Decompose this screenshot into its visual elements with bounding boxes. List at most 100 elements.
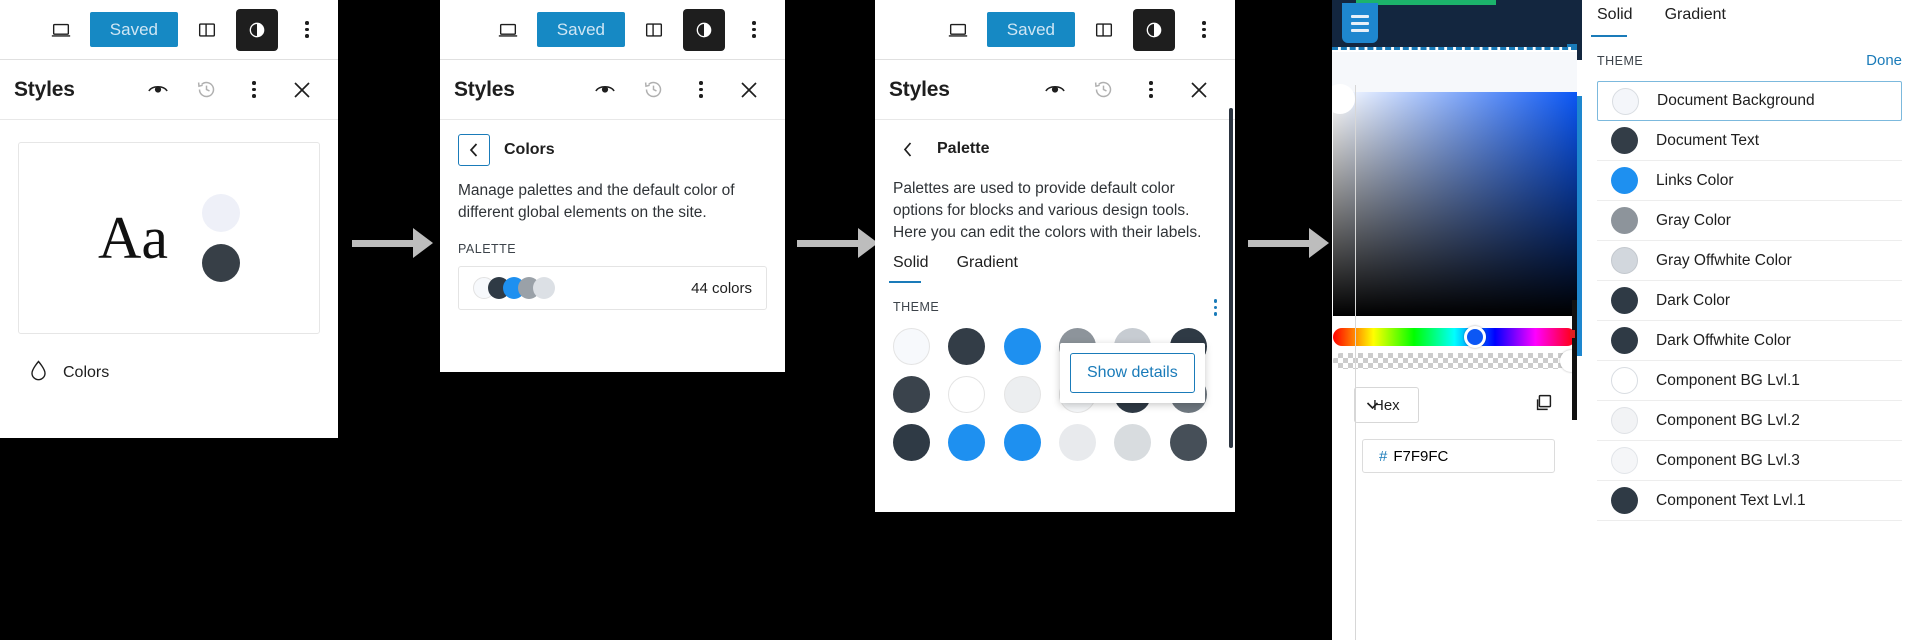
color-swatch: [1611, 207, 1638, 234]
theme-label: THEME: [1597, 53, 1644, 68]
tab-gradient[interactable]: Gradient: [1665, 6, 1726, 34]
list-item[interactable]: Gray Offwhite Color: [1597, 241, 1902, 281]
kebab-menu-icon[interactable]: [286, 9, 328, 51]
panel-toggle-icon[interactable]: [186, 9, 228, 51]
hamburger-menu-icon[interactable]: [1342, 3, 1378, 43]
theme-swatch[interactable]: [1169, 423, 1207, 461]
style-preview-card[interactable]: Aa: [18, 142, 320, 334]
palette-tabs: Solid Gradient: [1577, 0, 1922, 37]
kebab-menu-icon[interactable]: [1213, 299, 1217, 316]
chevron-left-icon[interactable]: [458, 134, 490, 166]
close-icon[interactable]: [727, 68, 771, 112]
sidebar-item-colors[interactable]: Colors: [0, 334, 338, 386]
color-label: Gray Color: [1656, 211, 1731, 229]
copy-icon[interactable]: [1533, 392, 1555, 419]
panel-toggle-icon[interactable]: [1083, 9, 1125, 51]
tab-solid[interactable]: Solid: [1591, 6, 1633, 37]
list-item[interactable]: Dark Offwhite Color: [1597, 321, 1902, 361]
saturation-handle[interactable]: [1332, 84, 1355, 114]
theme-swatch[interactable]: [893, 375, 930, 413]
panel-toggle-icon[interactable]: [633, 9, 675, 51]
tab-solid[interactable]: Solid: [889, 254, 929, 283]
hex-input[interactable]: # F7F9FC: [1362, 439, 1555, 473]
color-label: Document Background: [1657, 92, 1815, 109]
revision-history-icon[interactable]: [631, 68, 675, 112]
color-format-row: Hex: [1332, 85, 1577, 640]
theme-swatch[interactable]: [1114, 423, 1152, 461]
theme-swatch[interactable]: [1003, 375, 1041, 413]
color-label: Gray Offwhite Color: [1656, 251, 1792, 269]
theme-swatch[interactable]: [948, 375, 986, 413]
hue-handle[interactable]: [1464, 326, 1487, 348]
list-item[interactable]: Component BG Lvl.2: [1597, 401, 1902, 441]
colors-subheader: Colors: [440, 120, 785, 166]
chevron-down-icon[interactable]: [1355, 85, 1389, 640]
palette-description: Palettes are used to provide default col…: [893, 180, 1202, 241]
color-swatch: [1611, 487, 1638, 514]
theme-swatch[interactable]: [948, 423, 986, 461]
kebab-menu-icon[interactable]: [232, 68, 276, 112]
theme-swatch[interactable]: [948, 327, 986, 365]
done-button[interactable]: Done: [1866, 52, 1902, 69]
save-button[interactable]: Saved: [536, 12, 625, 47]
palette-tabs: Solid Gradient: [875, 244, 1235, 283]
styles-header: Styles: [440, 60, 785, 120]
chevron-left-icon[interactable]: [893, 134, 923, 164]
color-swatch: [1611, 447, 1638, 474]
theme-colors-list-panel: Solid Gradient THEME Done Document Backg…: [1577, 0, 1922, 640]
theme-swatch[interactable]: [1003, 327, 1041, 365]
kebab-menu-icon[interactable]: [679, 68, 723, 112]
laptop-icon[interactable]: [40, 9, 82, 51]
theme-swatch[interactable]: [1003, 423, 1041, 461]
list-item[interactable]: Component Text Lvl.1: [1597, 481, 1902, 521]
list-item[interactable]: Component BG Lvl.3: [1597, 441, 1902, 481]
theme-section-header: THEME Done: [1577, 34, 1922, 69]
revision-history-icon[interactable]: [1081, 68, 1125, 112]
close-icon[interactable]: [280, 68, 324, 112]
show-details-button[interactable]: Show details: [1070, 353, 1195, 393]
save-button[interactable]: Saved: [89, 12, 178, 47]
color-label: Component BG Lvl.2: [1656, 411, 1800, 429]
kebab-menu-icon[interactable]: [1183, 9, 1225, 51]
eye-icon[interactable]: [1033, 68, 1077, 112]
color-picker-panel: Hex # F7F9FC: [1332, 0, 1577, 640]
page-title: Styles: [14, 77, 75, 101]
list-item[interactable]: Links Color: [1597, 161, 1902, 201]
list-item[interactable]: Component BG Lvl.1: [1597, 361, 1902, 401]
styles-panel-colors: Saved Styles Colors Manage palettes and …: [440, 0, 785, 372]
save-button[interactable]: Saved: [986, 12, 1075, 47]
list-item[interactable]: Document Text: [1597, 121, 1902, 161]
eye-icon[interactable]: [136, 68, 180, 112]
styles-header: Styles: [875, 60, 1235, 120]
color-swatch: [1611, 247, 1638, 274]
contrast-icon[interactable]: [1133, 8, 1175, 51]
laptop-icon[interactable]: [937, 9, 979, 51]
contrast-icon[interactable]: [683, 8, 725, 51]
kebab-menu-icon[interactable]: [1129, 68, 1173, 112]
laptop-icon[interactable]: [487, 9, 529, 51]
page-title: Styles: [889, 77, 950, 101]
palette-row[interactable]: 44 colors: [458, 266, 767, 310]
revision-history-icon[interactable]: [184, 68, 228, 112]
theme-swatch[interactable]: [893, 327, 930, 365]
colors-description: Manage palettes and the default color of…: [458, 182, 735, 221]
left-edge-dark: [1577, 0, 1582, 60]
list-item[interactable]: Gray Color: [1597, 201, 1902, 241]
list-item[interactable]: Document Background: [1597, 81, 1902, 121]
list-item[interactable]: Dark Color: [1597, 281, 1902, 321]
kebab-menu-icon[interactable]: [733, 9, 775, 51]
tab-gradient[interactable]: Gradient: [957, 254, 1018, 281]
close-icon[interactable]: [1177, 68, 1221, 112]
theme-swatch[interactable]: [893, 423, 930, 461]
color-format-select[interactable]: Hex: [1354, 85, 1419, 640]
contrast-icon[interactable]: [236, 8, 278, 51]
styles-panel-palette: Saved Styles Palette Palettes are used t…: [875, 0, 1235, 512]
palette-section-label: PALETTE: [458, 242, 517, 256]
theme-label: THEME: [893, 300, 940, 315]
theme-swatch[interactable]: [1058, 423, 1096, 461]
eye-icon[interactable]: [583, 68, 627, 112]
color-label: Links Color: [1656, 171, 1734, 189]
palette-swatch-stack: [473, 277, 555, 299]
scrollbar[interactable]: [1229, 108, 1233, 448]
styles-header-actions: [136, 68, 324, 112]
